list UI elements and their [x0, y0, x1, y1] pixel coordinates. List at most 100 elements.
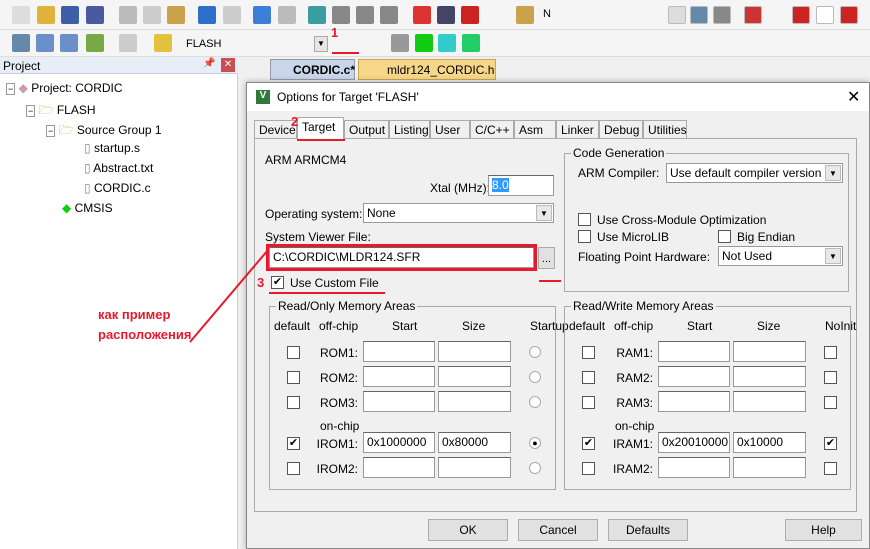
- dropdown-icon[interactable]: [668, 6, 686, 24]
- cut-icon[interactable]: [119, 6, 137, 24]
- ram-noinit-checkbox[interactable]: [824, 396, 837, 409]
- ram-start-input[interactable]: [658, 366, 730, 387]
- stop-build-icon[interactable]: [119, 34, 137, 52]
- tab-target[interactable]: Target: [297, 117, 344, 139]
- options-for-target-icon[interactable]: [391, 34, 409, 52]
- ram-default-checkbox[interactable]: [582, 396, 595, 409]
- debug-session-icon[interactable]: [744, 6, 762, 24]
- cross-module-checkbox[interactable]: [578, 213, 591, 226]
- file-find-icon[interactable]: [690, 6, 708, 24]
- rom-default-checkbox[interactable]: [287, 396, 300, 409]
- manage-components-icon[interactable]: [415, 34, 433, 52]
- fpu-select[interactable]: Not Used ▼: [718, 246, 843, 266]
- rom-start-input[interactable]: [363, 457, 435, 478]
- ram-size-input[interactable]: 0x10000: [733, 432, 806, 453]
- cancel-button[interactable]: Cancel: [518, 519, 598, 541]
- save-all-icon[interactable]: [86, 6, 104, 24]
- disable-breakpoint-icon[interactable]: [816, 6, 834, 24]
- paste-icon[interactable]: [167, 6, 185, 24]
- editor-tab-header[interactable]: mldr124_CORDIC.h: [358, 59, 496, 80]
- rom-start-input[interactable]: [363, 366, 435, 387]
- outdent-icon[interactable]: [356, 6, 374, 24]
- ram-size-input[interactable]: [733, 457, 806, 478]
- load-icon[interactable]: [154, 34, 172, 52]
- use-custom-file-checkbox[interactable]: ✔: [271, 276, 284, 289]
- microlib-label[interactable]: Use MicroLIB: [597, 230, 669, 244]
- ram-noinit-checkbox[interactable]: [824, 462, 837, 475]
- target-select[interactable]: FLASH: [186, 38, 221, 50]
- rom-default-checkbox[interactable]: [287, 371, 300, 384]
- rom-startup-radio[interactable]: ●: [529, 437, 541, 449]
- tree-item-project[interactable]: − ◆ Project: CORDIC: [6, 81, 123, 95]
- save-icon[interactable]: [61, 6, 79, 24]
- ram-size-input[interactable]: [733, 366, 806, 387]
- rom-start-input[interactable]: 0x1000000: [363, 432, 435, 453]
- find-in-files-icon[interactable]: [516, 6, 534, 24]
- cross-module-label[interactable]: Use Cross-Module Optimization: [597, 213, 766, 227]
- help-button[interactable]: Help: [785, 519, 862, 541]
- rom-startup-radio[interactable]: [529, 396, 541, 408]
- configure-icon[interactable]: [713, 6, 731, 24]
- rebuild-icon[interactable]: [60, 34, 78, 52]
- rom-size-input[interactable]: [438, 457, 511, 478]
- pack-installer-icon[interactable]: [462, 34, 480, 52]
- microlib-checkbox[interactable]: [578, 230, 591, 243]
- ram-start-input[interactable]: [658, 391, 730, 412]
- tab-asm[interactable]: Asm: [514, 120, 556, 138]
- undo-icon[interactable]: [198, 6, 216, 24]
- tree-item-cmsis[interactable]: ◆ CMSIS: [62, 201, 113, 215]
- target-dropdown-button[interactable]: ▼: [314, 36, 328, 52]
- ram-noinit-checkbox[interactable]: [824, 371, 837, 384]
- redo-icon[interactable]: [223, 6, 241, 24]
- forward-icon[interactable]: [278, 6, 296, 24]
- tree-item-file[interactable]: ▯ startup.s: [84, 141, 140, 155]
- tab-user[interactable]: User: [430, 120, 470, 138]
- tree-item-file[interactable]: ▯ Abstract.txt: [84, 161, 153, 175]
- close-panel-icon[interactable]: ✕: [221, 58, 235, 72]
- build-icon[interactable]: [36, 34, 54, 52]
- tree-item-file[interactable]: ▯ CORDIC.c: [84, 181, 151, 195]
- use-custom-file-label[interactable]: Use Custom File: [290, 276, 379, 290]
- batch-build-icon[interactable]: [86, 34, 104, 52]
- rom-default-checkbox[interactable]: [287, 462, 300, 475]
- ram-default-checkbox[interactable]: [582, 462, 595, 475]
- breakpoint-icon[interactable]: [461, 6, 479, 24]
- ok-button[interactable]: OK: [428, 519, 508, 541]
- rom-startup-radio[interactable]: [529, 371, 541, 383]
- rom-startup-radio[interactable]: [529, 346, 541, 358]
- tab-linker[interactable]: Linker: [556, 120, 599, 138]
- back-icon[interactable]: [253, 6, 271, 24]
- select-packs-icon[interactable]: [438, 34, 456, 52]
- compiler-select[interactable]: Use default compiler version 5 ▼: [666, 163, 843, 183]
- ram-size-input[interactable]: [733, 341, 806, 362]
- tab-listing[interactable]: Listing: [389, 120, 430, 138]
- defaults-button[interactable]: Defaults: [608, 519, 688, 541]
- big-endian-label[interactable]: Big Endian: [737, 230, 795, 244]
- tree-item-flash[interactable]: − 🗁 FLASH: [26, 101, 96, 122]
- indent-icon[interactable]: [332, 6, 350, 24]
- svf-input[interactable]: C:\CORDIC\MLDR124.SFR: [266, 244, 537, 271]
- ram-size-input[interactable]: [733, 391, 806, 412]
- debug-icon[interactable]: [437, 6, 455, 24]
- rom-size-input[interactable]: [438, 391, 511, 412]
- tab-debug[interactable]: Debug: [599, 120, 643, 138]
- rom-default-checkbox[interactable]: ✔: [287, 437, 300, 450]
- copy-icon[interactable]: [143, 6, 161, 24]
- editor-tab-cordic-c[interactable]: CORDIC.c*: [270, 59, 355, 80]
- ram-noinit-checkbox[interactable]: ✔: [824, 437, 837, 450]
- tab-cc[interactable]: C/C++: [470, 120, 514, 138]
- dialog-close-icon[interactable]: ✕: [847, 87, 860, 107]
- kill-breakpoints-icon[interactable]: [840, 6, 858, 24]
- ram-start-input[interactable]: [658, 341, 730, 362]
- bookmark-icon[interactable]: [308, 6, 326, 24]
- svf-browse-button[interactable]: ...: [538, 247, 555, 269]
- new-file-icon[interactable]: [12, 6, 30, 24]
- rom-startup-radio[interactable]: [529, 462, 541, 474]
- xtal-input[interactable]: 8.0: [488, 175, 554, 196]
- translate-icon[interactable]: [12, 34, 30, 52]
- rom-start-input[interactable]: [363, 391, 435, 412]
- ram-default-checkbox[interactable]: ✔: [582, 437, 595, 450]
- tab-utilities[interactable]: Utilities: [643, 120, 687, 138]
- rom-size-input[interactable]: 0x80000: [438, 432, 511, 453]
- rom-default-checkbox[interactable]: [287, 346, 300, 359]
